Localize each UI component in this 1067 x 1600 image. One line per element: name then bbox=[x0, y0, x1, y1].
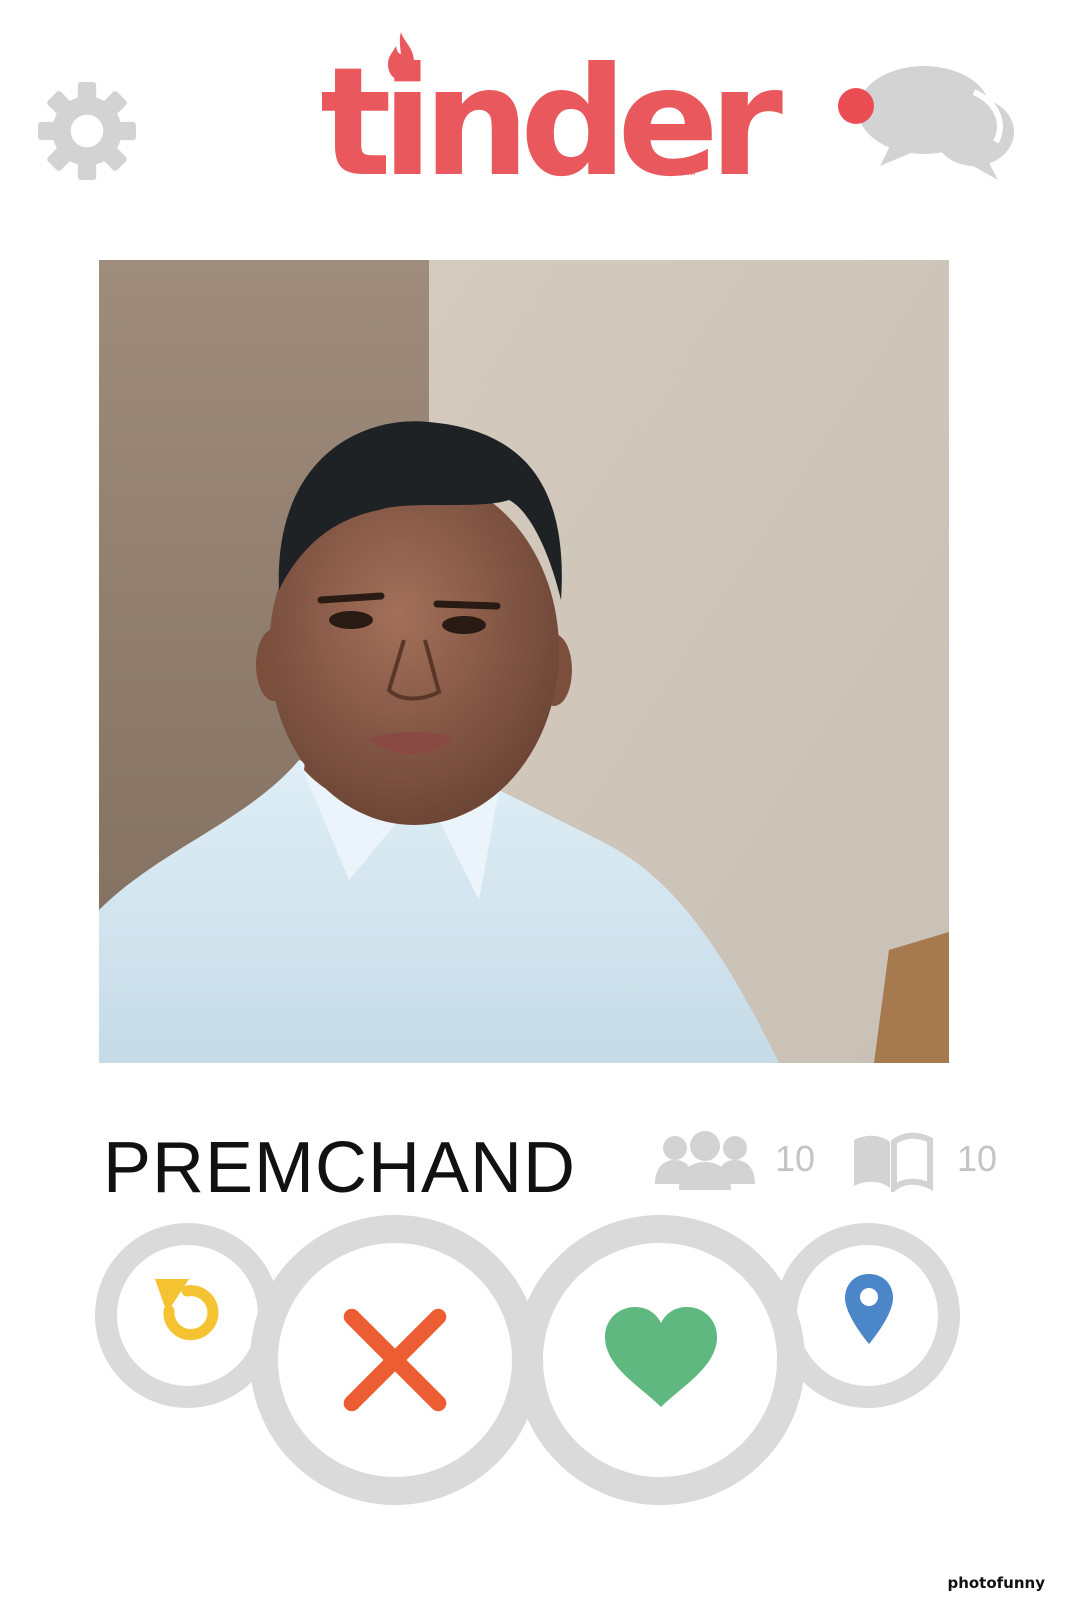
settings-button[interactable] bbox=[36, 80, 138, 182]
group-icon bbox=[655, 1131, 755, 1190]
profile-photo[interactable] bbox=[99, 260, 949, 1063]
open-book-icon bbox=[854, 1132, 933, 1192]
like-button[interactable] bbox=[515, 1215, 805, 1505]
common-interests-count: 10 bbox=[957, 1138, 998, 1179]
action-bar bbox=[0, 1215, 1067, 1535]
profile-name: PREMCHAND bbox=[103, 1128, 577, 1208]
messages-button[interactable] bbox=[836, 62, 1016, 187]
nope-button[interactable] bbox=[250, 1215, 540, 1505]
chat-bubbles-icon bbox=[838, 66, 1014, 180]
heart-icon bbox=[605, 1307, 717, 1407]
watermark: photofunny bbox=[947, 1574, 1045, 1592]
notification-dot bbox=[838, 88, 874, 124]
common-friends-count: 10 bbox=[775, 1138, 816, 1179]
map-pin-icon bbox=[845, 1274, 893, 1344]
undo-arrow-icon bbox=[155, 1279, 219, 1341]
trademark-symbol: ™ bbox=[686, 170, 697, 183]
profile-photo-image bbox=[99, 260, 949, 1063]
x-icon bbox=[343, 1308, 447, 1412]
tinder-logo: tinder ™ bbox=[320, 30, 783, 198]
profile-info-row: PREMCHAND 10 10 bbox=[0, 1110, 1067, 1210]
gear-icon bbox=[38, 82, 136, 180]
logo-wordmark: tinder bbox=[320, 36, 783, 210]
app-header: tinder ™ bbox=[0, 0, 1067, 230]
